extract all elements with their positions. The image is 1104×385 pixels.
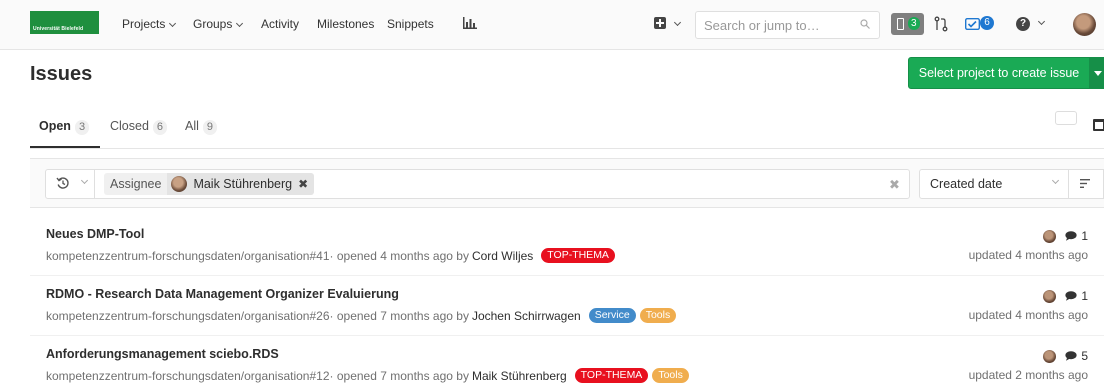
new-issue-dropdown-toggle[interactable]: [1090, 57, 1104, 89]
chart-icon[interactable]: [463, 17, 477, 29]
issue-title[interactable]: Anforderungsmanagement sciebo.RDS: [46, 347, 279, 361]
issue-author[interactable]: Jochen Schirrwagen: [472, 309, 581, 323]
tabs-divider: [30, 148, 1104, 149]
chevron-down-icon: [169, 19, 177, 28]
comments-count[interactable]: 1: [1081, 289, 1088, 303]
nav-groups[interactable]: Groups: [193, 17, 244, 31]
new-issue-button[interactable]: Select project to create issue: [908, 57, 1090, 89]
issue-updated: updated 4 months ago: [968, 248, 1088, 262]
sort-label: Created date: [930, 177, 1003, 191]
issues-icon: [897, 18, 904, 30]
comments-count[interactable]: 1: [1081, 229, 1088, 243]
remove-token-icon[interactable]: ✖: [298, 173, 308, 195]
comments-count[interactable]: 5: [1081, 349, 1088, 363]
issue-author[interactable]: Maik Stührenberg: [472, 369, 567, 383]
tab-closed[interactable]: Closed 6: [110, 119, 168, 135]
issue-stats: 5: [1043, 349, 1088, 363]
todos-count-badge[interactable]: 6: [980, 16, 994, 30]
token-value-text: Maik Stührenberg: [193, 177, 293, 191]
chevron-down-icon: [236, 19, 244, 28]
issue-meta: kompetenzzentrum-forschungsdaten/organis…: [46, 248, 615, 263]
calendar-icon[interactable]: [1093, 119, 1104, 131]
history-icon[interactable]: [56, 176, 70, 190]
nav-projects[interactable]: Projects: [122, 17, 177, 31]
label-badge[interactable]: TOP-THEMA: [541, 248, 615, 263]
assignee-avatar[interactable]: [1043, 349, 1057, 363]
issues-count-badge: 3: [908, 17, 920, 30]
todos-check-icon[interactable]: [965, 18, 980, 30]
logo-text: Universität Bielefeld: [33, 26, 84, 32]
token-name: Assignee: [104, 173, 168, 195]
nav-activity[interactable]: Activity: [261, 17, 299, 31]
nav-groups-label: Groups: [193, 17, 233, 31]
tab-all-label: All: [185, 119, 199, 133]
label-badge[interactable]: Tools: [639, 308, 677, 323]
issues-nav-button[interactable]: 3: [891, 13, 924, 35]
top-navbar: Universität Bielefeld Projects Groups Ac…: [0, 0, 1104, 50]
issue-row[interactable]: Neues DMP-Tool kompetenzzentrum-forschun…: [30, 216, 1104, 276]
issue-updated: updated 4 months ago: [968, 308, 1088, 322]
token-value: Maik Stührenberg ✖: [167, 173, 315, 195]
chevron-down-icon[interactable]: [1037, 17, 1046, 26]
nav-snippets[interactable]: Snippets: [387, 17, 434, 31]
label-badge[interactable]: Service: [588, 308, 636, 323]
search-icon: [860, 19, 870, 29]
comments-icon: [1065, 351, 1077, 361]
assignee-avatar[interactable]: [1043, 289, 1057, 303]
issue-opened: · opened 4 months ago by: [329, 248, 469, 263]
search-input[interactable]: [695, 11, 880, 39]
plus-square-icon[interactable]: [654, 17, 666, 29]
tab-open-label: Open: [39, 119, 71, 133]
issue-updated: updated 2 months ago: [968, 368, 1088, 382]
comments-icon: [1065, 231, 1077, 241]
assignee-avatar[interactable]: [1043, 229, 1057, 243]
issue-stats: 1: [1043, 229, 1088, 243]
nav-milestones[interactable]: Milestones: [317, 17, 374, 31]
assignee-filter-token[interactable]: Assignee Maik Stührenberg ✖: [104, 173, 315, 195]
tab-all[interactable]: All 9: [185, 119, 218, 135]
help-icon[interactable]: ?: [1016, 17, 1030, 31]
rss-button[interactable]: [1055, 111, 1077, 125]
tab-open-count: 3: [74, 120, 90, 135]
sort-lines-icon: [1080, 179, 1090, 188]
tab-closed-count: 6: [152, 120, 168, 135]
issue-author[interactable]: Cord Wiljes: [472, 249, 533, 263]
merge-request-icon[interactable]: [934, 16, 948, 32]
issue-meta: kompetenzzentrum-forschungsdaten/organis…: [46, 368, 689, 383]
tab-all-count: 9: [202, 120, 218, 135]
issue-row[interactable]: Anforderungsmanagement sciebo.RDS kompet…: [30, 336, 1104, 385]
issue-row[interactable]: RDMO - Research Data Management Organize…: [30, 276, 1104, 336]
issue-opened: · opened 7 months ago by: [329, 368, 469, 383]
chevron-down-icon[interactable]: [673, 18, 682, 27]
clear-search-icon[interactable]: ✖: [889, 177, 900, 193]
assignee-avatar: [171, 176, 188, 192]
page-title: Issues: [30, 63, 93, 85]
comments-icon: [1065, 291, 1077, 301]
user-avatar[interactable]: [1073, 13, 1096, 36]
tab-open[interactable]: Open 3: [39, 119, 90, 135]
issue-meta: kompetenzzentrum-forschungsdaten/organis…: [46, 308, 677, 323]
issue-opened: · opened 7 months ago by: [329, 308, 469, 323]
issue-title[interactable]: RDMO - Research Data Management Organize…: [46, 287, 399, 301]
caret-down-icon: [1094, 71, 1102, 76]
issue-ref[interactable]: kompetenzzentrum-forschungsdaten/organis…: [46, 249, 330, 263]
issue-ref[interactable]: kompetenzzentrum-forschungsdaten/organis…: [46, 309, 330, 323]
tab-closed-label: Closed: [110, 119, 149, 133]
label-badge[interactable]: Tools: [652, 368, 689, 383]
issue-stats: 1: [1043, 289, 1088, 303]
issue-title[interactable]: Neues DMP-Tool: [46, 227, 144, 241]
label-badge[interactable]: TOP-THEMA: [574, 368, 649, 383]
history-separator: [94, 169, 95, 199]
university-logo[interactable]: Universität Bielefeld: [30, 11, 99, 34]
issue-ref[interactable]: kompetenzzentrum-forschungsdaten/organis…: [46, 369, 330, 383]
nav-projects-label: Projects: [122, 17, 166, 31]
